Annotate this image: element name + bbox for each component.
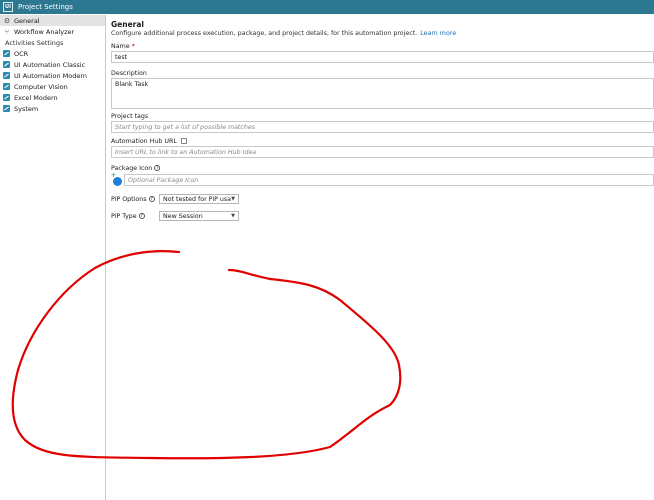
project-tags-input[interactable]: Start typing to get a list of possible m… (111, 121, 654, 133)
name-field[interactable]: test (111, 51, 654, 63)
sidebar-item-system[interactable]: System (0, 103, 105, 114)
project-tags-label: Project tags (111, 112, 149, 120)
sidebar-item-ui-automation-modern[interactable]: UI Automation Modern (0, 70, 105, 81)
activity-package-icon (3, 94, 10, 101)
pip-type-value: New Session (163, 212, 203, 220)
sidebar-item-ocr[interactable]: OCR (0, 48, 105, 59)
gear-icon: ⚙ (3, 16, 11, 25)
sidebar-item-label: System (14, 104, 39, 113)
sidebar-item-workflow-analyzer[interactable]: ⑂ Workflow Analyzer (0, 26, 105, 37)
pip-options-value: Not tested for PiP usage (163, 195, 231, 203)
automation-hub-label-text: Automation Hub URL (111, 137, 177, 145)
page-description: Configure additional process execution, … (111, 30, 654, 40)
required-marker: * (131, 43, 135, 50)
sidebar-item-label: UI Automation Classic (14, 60, 86, 69)
activity-package-icon (3, 105, 10, 112)
pip-options-label-text: PiP Options (111, 195, 147, 203)
package-icon-preview (113, 176, 122, 186)
add-package-icon[interactable]: + (111, 172, 122, 186)
automation-hub-url-input[interactable]: Insert URL to link to an Automation Hub … (111, 146, 654, 158)
pip-type-label-text: PiP Type (111, 212, 137, 220)
help-icon[interactable]: ? (154, 165, 161, 171)
sidebar-item-label: Workflow Analyzer (14, 27, 75, 36)
pip-options-row: PiP Options ? Not tested for PiP usage ▼ (111, 193, 654, 205)
app-icon: UI (3, 2, 13, 12)
package-icon-label-text: Package Icon (111, 164, 153, 172)
package-icon-label: Package Icon ? (111, 163, 654, 173)
learn-more-link[interactable]: Learn more (420, 30, 456, 37)
name-value: test (115, 53, 128, 61)
sidebar-item-computer-vision[interactable]: Computer Vision (0, 81, 105, 92)
pip-type-row: PiP Type ? New Session ▼ (111, 210, 654, 222)
chevron-down-icon: ▼ (231, 196, 235, 202)
description-field[interactable]: Blank Task (111, 78, 654, 109)
description-label: Description (111, 69, 147, 77)
window-title: Project Settings (18, 3, 73, 11)
page-title: General (111, 20, 144, 29)
sidebar-item-label: OCR (14, 49, 29, 58)
sidebar-item-label: General (14, 16, 40, 25)
activity-package-icon (3, 61, 10, 68)
automation-hub-placeholder: Insert URL to link to an Automation Hub … (115, 148, 257, 156)
sidebar-item-excel-modern[interactable]: Excel Modern (0, 92, 105, 103)
pip-options-label: PiP Options ? (111, 196, 159, 203)
help-icon[interactable]: ? (138, 213, 145, 219)
name-label: Name * (111, 42, 654, 51)
sidebar-item-general[interactable]: ⚙ General (0, 15, 105, 26)
name-label-text: Name (111, 43, 130, 50)
package-icon-placeholder: Optional Package Icon (128, 176, 199, 184)
general-settings-panel: General Configure additional process exe… (111, 15, 654, 222)
description-text: Configure additional process execution, … (111, 30, 418, 37)
sidebar-item-label: Excel Modern (14, 93, 58, 102)
pip-options-select[interactable]: Not tested for PiP usage ▼ (159, 194, 239, 204)
activity-package-icon (3, 50, 10, 57)
workflow-icon: ⑂ (4, 27, 10, 36)
package-icon-row: + Optional Package Icon (111, 172, 654, 186)
project-tags-placeholder: Start typing to get a list of possible m… (115, 123, 256, 131)
package-icon-input[interactable]: Optional Package Icon (124, 174, 654, 186)
chevron-down-icon: ▼ (231, 213, 235, 219)
activity-package-icon (3, 83, 10, 90)
activity-package-icon (3, 72, 10, 79)
sidebar-item-label: UI Automation Modern (14, 71, 88, 80)
help-icon[interactable]: ? (148, 196, 155, 202)
pip-type-select[interactable]: New Session ▼ (159, 211, 239, 221)
automation-hub-label: Automation Hub URL (111, 136, 654, 146)
pip-type-label: PiP Type ? (111, 213, 159, 220)
settings-sidebar: ⚙ General ⑂ Workflow Analyzer Activities… (0, 15, 106, 500)
sidebar-item-ui-automation-classic[interactable]: UI Automation Classic (0, 59, 105, 70)
external-link-icon[interactable] (180, 138, 187, 144)
activities-settings-heading: Activities Settings (5, 38, 64, 47)
description-value: Blank Task (115, 81, 149, 88)
sidebar-item-label: Computer Vision (14, 82, 68, 91)
title-bar: UI Project Settings (0, 0, 654, 14)
